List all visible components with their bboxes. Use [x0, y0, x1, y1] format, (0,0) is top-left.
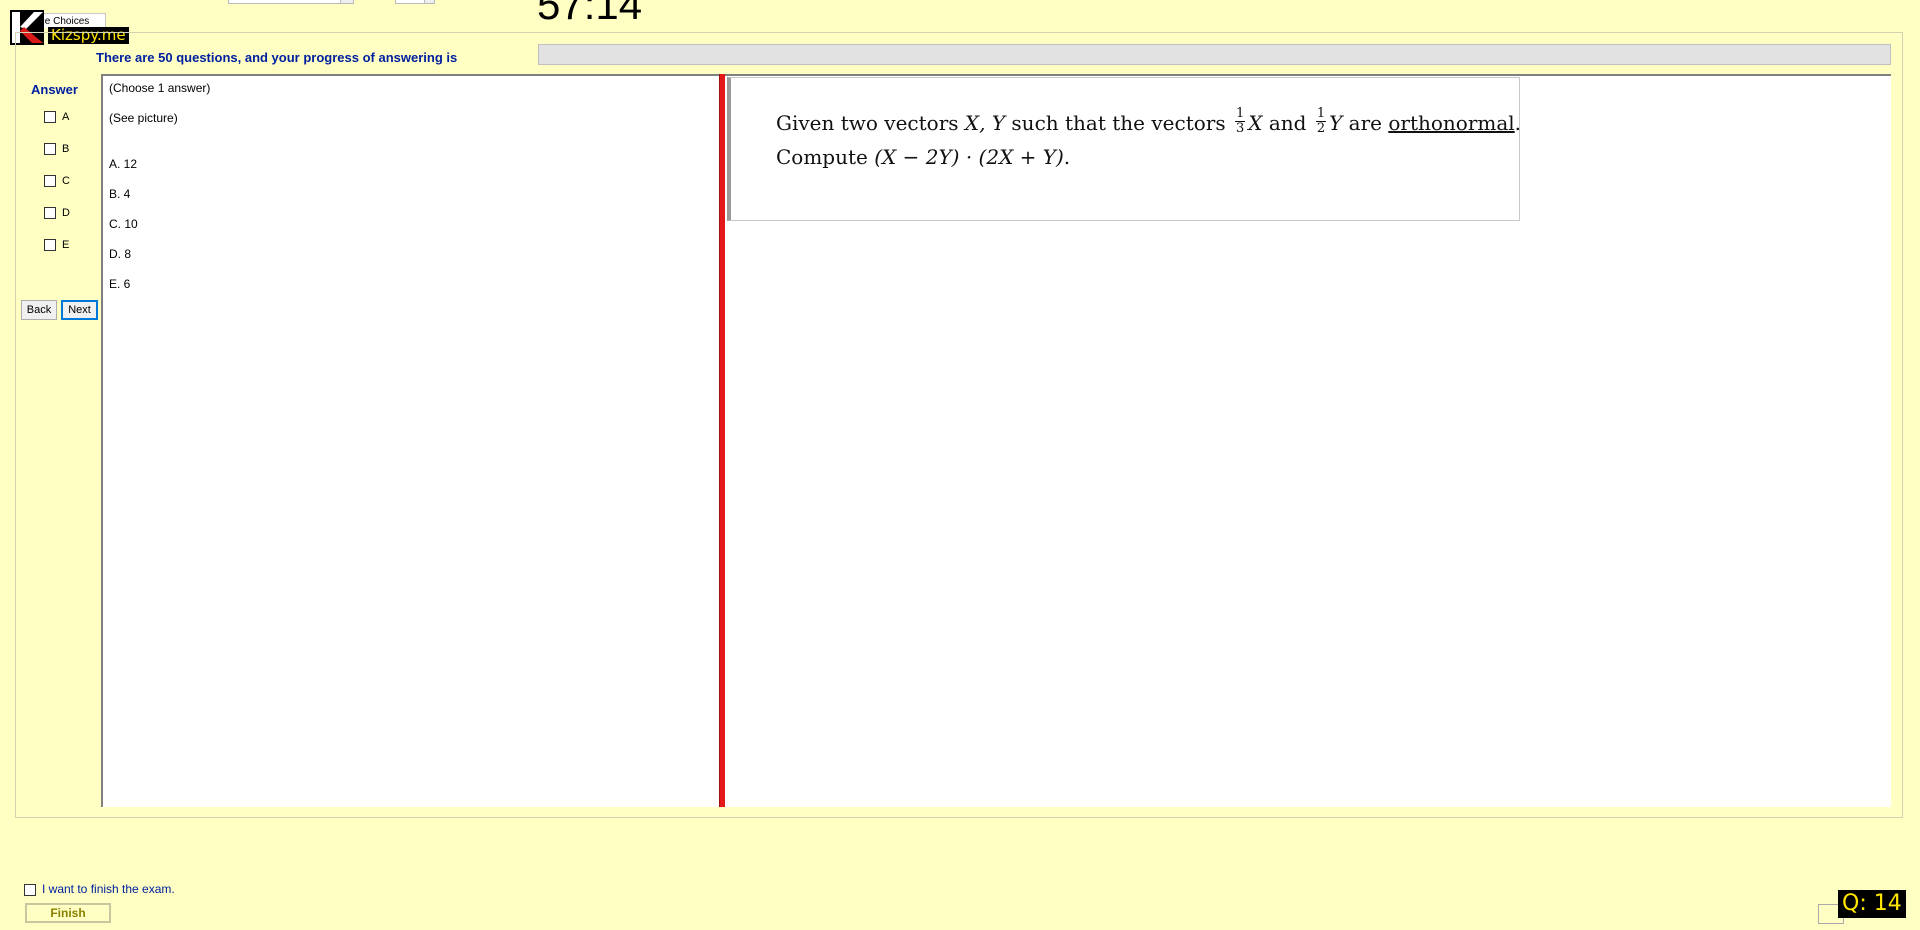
answer-option-a[interactable]: A	[44, 110, 69, 126]
question-line-2: Compute (X − 2Y) · (2X + Y).	[776, 145, 1071, 169]
answer-option-d[interactable]: D	[44, 206, 70, 222]
answer-option-label: E	[62, 239, 70, 251]
see-picture-note: (See picture)	[109, 111, 178, 125]
question-line-1: Given two vectors X, Y such that the vec…	[776, 106, 1522, 136]
checkbox-e[interactable]	[44, 239, 56, 252]
top-spinner[interactable]	[395, 0, 435, 4]
choose-instruction: (Choose 1 answer)	[109, 81, 211, 95]
progress-bar	[538, 44, 1891, 65]
choices-panel: (Choose 1 answer) (See picture) A. 12 B.…	[101, 74, 719, 807]
answer-option-label: C	[62, 175, 70, 187]
fraction-one-third: 13	[1234, 106, 1246, 136]
question-text: Given two vectors X, Y such that the vec…	[776, 106, 1521, 174]
spinner-arrow-icon[interactable]	[424, 0, 434, 3]
choice-item: A. 12	[109, 157, 138, 171]
choice-item: B. 4	[109, 187, 131, 201]
next-button[interactable]: Next	[61, 300, 98, 320]
choice-item: E. 6	[109, 277, 131, 291]
question-number-badge: Q: 14	[1838, 890, 1906, 918]
finish-checkbox-label: I want to finish the exam.	[42, 882, 175, 896]
checkbox-b[interactable]	[44, 143, 56, 156]
question-picture: Given two vectors X, Y such that the vec…	[727, 77, 1521, 221]
dropdown-arrow-icon[interactable]	[340, 0, 353, 3]
checkbox-c[interactable]	[44, 175, 56, 188]
finish-checkbox[interactable]	[24, 883, 36, 896]
fraction-one-half: 12	[1315, 106, 1327, 136]
answer-option-b[interactable]: B	[44, 142, 69, 158]
checkbox-a[interactable]	[44, 111, 56, 124]
answer-option-label: B	[62, 143, 70, 155]
answer-option-c[interactable]: C	[44, 174, 70, 190]
checkbox-d[interactable]	[44, 207, 56, 220]
answer-option-e[interactable]: E	[44, 238, 69, 254]
finish-button[interactable]: Finish	[25, 903, 111, 923]
exam-timer: 57:14	[537, 0, 643, 28]
back-button[interactable]: Back	[21, 300, 57, 320]
progress-label: There are 50 questions, and your progres…	[96, 50, 458, 65]
choice-item: C. 10	[109, 217, 138, 231]
choice-item: D. 8	[109, 247, 132, 261]
top-dropdown[interactable]	[228, 0, 354, 4]
answer-heading: Answer	[31, 82, 78, 97]
finish-exam-checkbox-row[interactable]: I want to finish the exam.	[24, 882, 175, 896]
answer-option-label: D	[62, 207, 70, 219]
answer-option-label: A	[62, 111, 70, 123]
